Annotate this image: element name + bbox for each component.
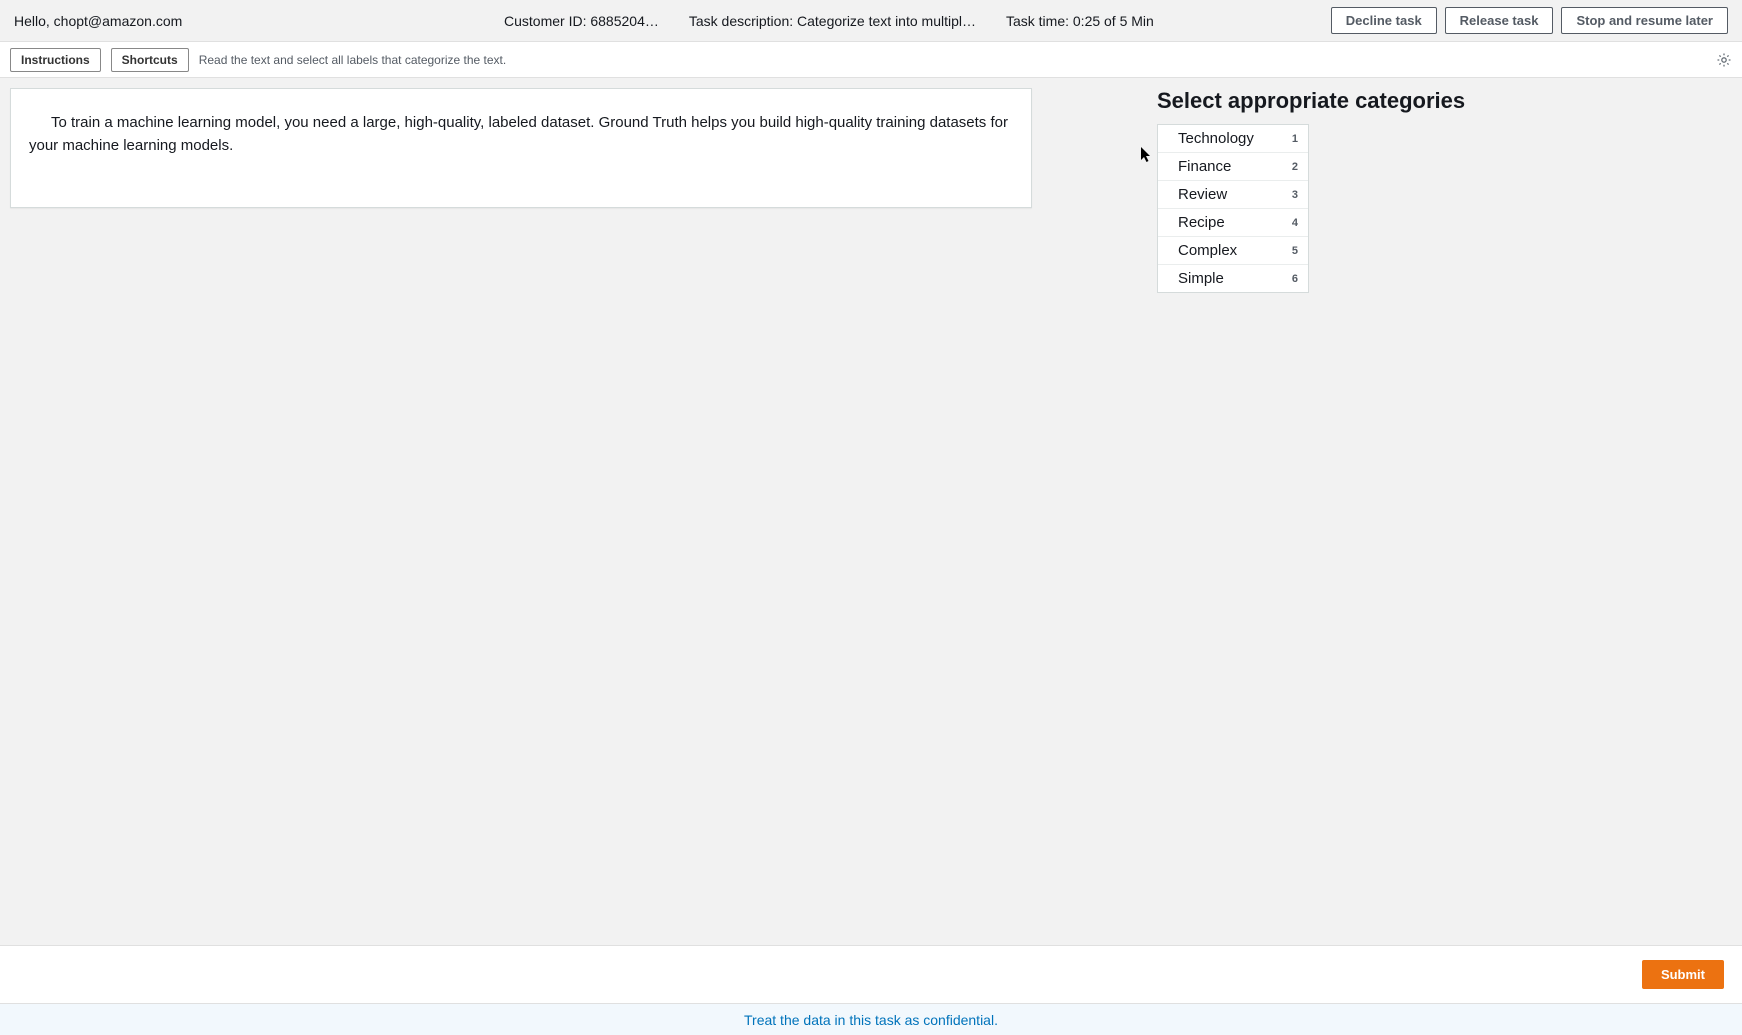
task-description: Task description: Categorize text into m… (689, 13, 976, 29)
categories-list: Technology 1 Finance 2 Review 3 Recipe 4… (1157, 124, 1309, 293)
greeting-text: Hello, chopt@amazon.com (14, 13, 274, 29)
instructions-button[interactable]: Instructions (10, 48, 101, 72)
stop-resume-button[interactable]: Stop and resume later (1561, 7, 1728, 34)
bottom-bar: Submit (0, 945, 1742, 1003)
category-item-recipe[interactable]: Recipe 4 (1158, 209, 1308, 237)
category-label: Complex (1178, 242, 1237, 259)
decline-task-button[interactable]: Decline task (1331, 7, 1437, 34)
category-item-technology[interactable]: Technology 1 (1158, 125, 1308, 153)
confidential-bar: Treat the data in this task as confident… (0, 1003, 1742, 1035)
category-item-simple[interactable]: Simple 6 (1158, 265, 1308, 292)
categories-panel: Select appropriate categories Technology… (1157, 88, 1465, 945)
confidential-text: Treat the data in this task as confident… (744, 1012, 998, 1028)
category-shortcut: 6 (1292, 273, 1298, 285)
text-panel: To train a machine learning model, you n… (10, 88, 1032, 208)
main-area: To train a machine learning model, you n… (0, 78, 1742, 945)
category-label: Recipe (1178, 214, 1225, 231)
category-shortcut: 4 (1292, 217, 1298, 229)
shortcuts-button[interactable]: Shortcuts (111, 48, 189, 72)
category-item-review[interactable]: Review 3 (1158, 181, 1308, 209)
submit-button[interactable]: Submit (1642, 960, 1724, 989)
category-shortcut: 1 (1292, 133, 1298, 145)
category-shortcut: 2 (1292, 161, 1298, 173)
task-time: Task time: 0:25 of 5 Min (1006, 13, 1154, 29)
gear-icon[interactable] (1716, 52, 1732, 68)
categories-title: Select appropriate categories (1157, 88, 1465, 114)
category-shortcut: 3 (1292, 189, 1298, 201)
release-task-button[interactable]: Release task (1445, 7, 1554, 34)
customer-id: Customer ID: 6885204… (504, 13, 659, 29)
top-bar: Hello, chopt@amazon.com Customer ID: 688… (0, 0, 1742, 42)
category-item-complex[interactable]: Complex 5 (1158, 237, 1308, 265)
category-label: Technology (1178, 130, 1254, 147)
category-label: Finance (1178, 158, 1231, 175)
category-label: Review (1178, 186, 1227, 203)
toolbar-hint: Read the text and select all labels that… (199, 53, 507, 67)
top-bar-buttons: Decline task Release task Stop and resum… (1331, 7, 1728, 34)
task-text: To train a machine learning model, you n… (29, 111, 1013, 158)
category-shortcut: 5 (1292, 245, 1298, 257)
category-item-finance[interactable]: Finance 2 (1158, 153, 1308, 181)
category-label: Simple (1178, 270, 1224, 287)
toolbar: Instructions Shortcuts Read the text and… (0, 42, 1742, 78)
